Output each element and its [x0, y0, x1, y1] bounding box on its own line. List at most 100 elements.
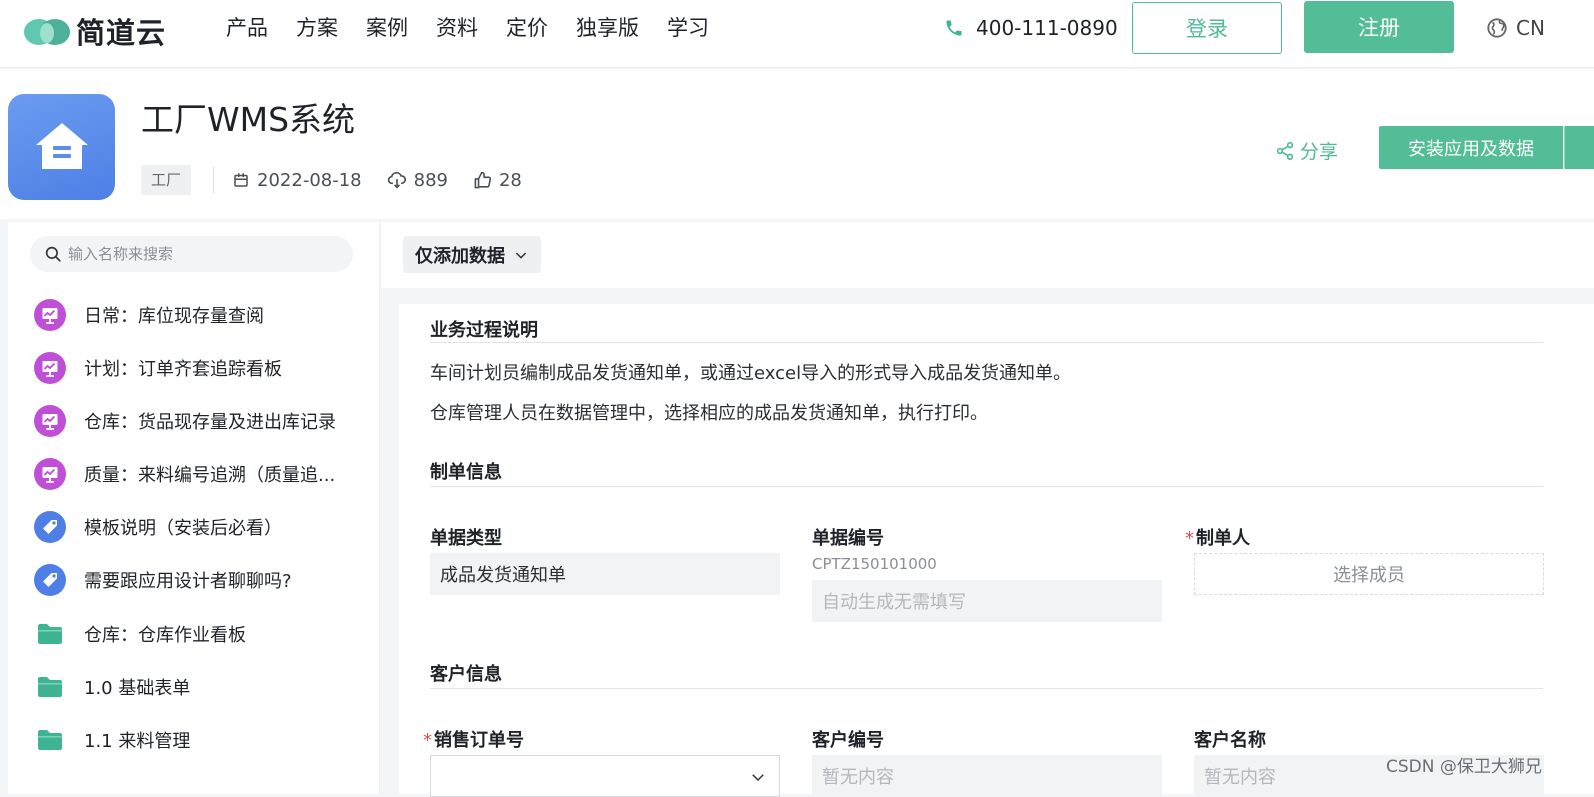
sidebar-item[interactable]: 计划：订单齐套追踪看板	[34, 350, 282, 386]
main-content: 仅添加数据 业务过程说明 车间计划员编制成品发货通知单，或通过excel导入的形…	[381, 222, 1594, 797]
sidebar-item[interactable]: 日常：库位现存量查阅	[34, 297, 264, 333]
install-mode-label: 仅添加数据	[415, 245, 505, 267]
login-button[interactable]: 登录	[1132, 2, 1282, 54]
section-title-customer-info: 客户信息	[430, 664, 502, 685]
process-description-line: 车间计划员编制成品发货通知单，或通过excel导入的形式导入成品发货通知单。	[430, 363, 1072, 384]
sidebar-item[interactable]: 1.1 来料管理	[34, 722, 190, 758]
maker-label: * 制单人	[1185, 524, 1250, 550]
meta-divider	[213, 167, 215, 193]
share-label: 分享	[1300, 141, 1339, 163]
process-description-line: 仓库管理人员在数据管理中，选择相应的成品发货通知单，执行打印。	[430, 403, 988, 424]
sidebar-item[interactable]: 仓库：货品现存量及进出库记录	[34, 403, 336, 439]
doc-type-field[interactable]: 成品发货通知单	[430, 553, 780, 595]
nav-item[interactable]: 独享版	[576, 14, 639, 42]
section-title-process: 业务过程说明	[430, 320, 538, 341]
search-input[interactable]	[68, 245, 328, 263]
maker-label-text: 制单人	[1196, 528, 1250, 549]
brand-name: 简道云	[76, 16, 167, 50]
sidebar-item-label: 仓库：货品现存量及进出库记录	[84, 412, 336, 433]
folder-icon	[34, 671, 66, 703]
thumbs-up-icon	[474, 171, 492, 188]
folder-icon	[34, 724, 66, 756]
sidebar-item-label: 计划：订单齐套追踪看板	[84, 359, 282, 380]
phone-icon	[946, 20, 962, 36]
main-nav: 产品 方案 案例 资料 定价 独享版 学习	[226, 14, 737, 42]
sidebar-item[interactable]: 需要跟应用设计者聊聊吗?	[34, 562, 292, 598]
section-title-order-info: 制单信息	[430, 462, 502, 483]
chevron-down-icon	[515, 251, 527, 259]
share-icon	[1276, 141, 1294, 160]
customer-no-label: 客户编号	[812, 730, 884, 751]
section-divider	[430, 688, 1543, 689]
register-button[interactable]: 注册	[1304, 1, 1454, 53]
sidebar-item-label: 仓库：仓库作业看板	[84, 625, 246, 646]
dashboard-icon	[34, 405, 66, 437]
sidebar-item-label: 模板说明（安装后必看）	[84, 518, 282, 539]
contact-phone[interactable]: 400-111-0890	[944, 14, 1118, 42]
required-mark: *	[423, 730, 432, 751]
maker-member-picker[interactable]: 选择成员	[1194, 553, 1544, 595]
sidebar-item[interactable]: 质量：来料编号追溯（质量追...	[34, 456, 335, 492]
doc-type-label: 单据类型	[430, 528, 502, 549]
calendar-icon	[234, 173, 248, 187]
main-toolbar: 仅添加数据	[381, 222, 1594, 288]
top-navigation-bar: 简道云 产品 方案 案例 资料 定价 独享版 学习 400-111-0890 登…	[0, 0, 1594, 68]
install-options-toggle[interactable]	[1564, 126, 1594, 169]
brand-logo[interactable]: 简道云	[22, 10, 166, 52]
like-value: 28	[498, 169, 522, 191]
sidebar-search[interactable]	[30, 236, 353, 272]
like-count[interactable]: 28	[473, 170, 522, 191]
sidebar-item-label: 需要跟应用设计者聊聊吗?	[84, 571, 292, 592]
nav-item[interactable]: 方案	[296, 14, 338, 42]
dashboard-icon	[34, 299, 66, 331]
download-count: 889	[387, 170, 448, 191]
house-icon	[8, 94, 115, 200]
nav-item[interactable]: 学习	[667, 14, 709, 42]
search-icon	[45, 246, 61, 262]
doc-no-label: 单据编号	[812, 528, 884, 549]
sidebar-item-label: 日常：库位现存量查阅	[84, 306, 264, 327]
category-tag[interactable]: 工厂	[141, 165, 192, 195]
sidebar: 日常：库位现存量查阅计划：订单齐套追踪看板仓库：货品现存量及进出库记录质量：来料…	[8, 222, 380, 794]
publish-date: 2022-08-18	[232, 170, 362, 191]
language-selector[interactable]: CN	[1486, 14, 1545, 42]
sidebar-item-label: 1.1 来料管理	[84, 731, 191, 752]
globe-icon	[1487, 18, 1507, 38]
language-label: CN	[1516, 16, 1545, 40]
customer-no-field[interactable]: 暂无内容	[812, 755, 1162, 797]
sales-order-select[interactable]	[430, 755, 780, 797]
install-app-button[interactable]: 安装应用及数据	[1379, 126, 1563, 169]
watermark: CSDN @保卫大狮兄	[1386, 757, 1542, 777]
brand-logo-icon	[22, 13, 72, 49]
dashboard-icon	[34, 458, 66, 490]
nav-item[interactable]: 定价	[506, 14, 548, 42]
install-mode-dropdown[interactable]: 仅添加数据	[403, 236, 541, 273]
share-button[interactable]: 分享	[1275, 137, 1338, 164]
sidebar-item-label: 质量：来料编号追溯（质量追...	[84, 465, 336, 486]
sales-order-label: * 销售订单号	[423, 726, 524, 752]
app-title: 工厂WMS系统	[141, 100, 356, 139]
section-divider	[430, 486, 1543, 487]
customer-name-label: 客户名称	[1194, 730, 1266, 751]
app-header: 工厂WMS系统 工厂 2022-08-18 889 28 分享 安装应用及数据	[0, 69, 1594, 219]
date-value: 2022-08-18	[257, 169, 362, 191]
doc-no-field[interactable]: 自动生成无需填写	[812, 580, 1162, 622]
phone-number: 400-111-0890	[976, 16, 1118, 40]
nav-item[interactable]: 产品	[226, 14, 268, 42]
nav-item[interactable]: 资料	[436, 14, 478, 42]
section-divider	[430, 342, 1543, 343]
nav-item[interactable]: 案例	[366, 14, 408, 42]
sidebar-item[interactable]: 模板说明（安装后必看）	[34, 509, 282, 545]
dashboard-icon	[34, 352, 66, 384]
app-meta: 工厂 2022-08-18 889 28	[141, 165, 547, 195]
tag-icon	[34, 511, 66, 543]
chevron-down-icon	[752, 774, 764, 782]
form-preview: 业务过程说明 车间计划员编制成品发货通知单，或通过excel导入的形式导入成品发…	[399, 304, 1594, 797]
cloud-download-icon	[387, 171, 406, 189]
sidebar-item[interactable]: 仓库：仓库作业看板	[34, 616, 246, 652]
required-mark: *	[1185, 528, 1194, 549]
sidebar-item[interactable]: 1.0 基础表单	[34, 669, 190, 705]
tag-icon	[34, 564, 66, 596]
sidebar-item-label: 1.0 基础表单	[84, 678, 191, 699]
download-value: 889	[413, 169, 448, 191]
